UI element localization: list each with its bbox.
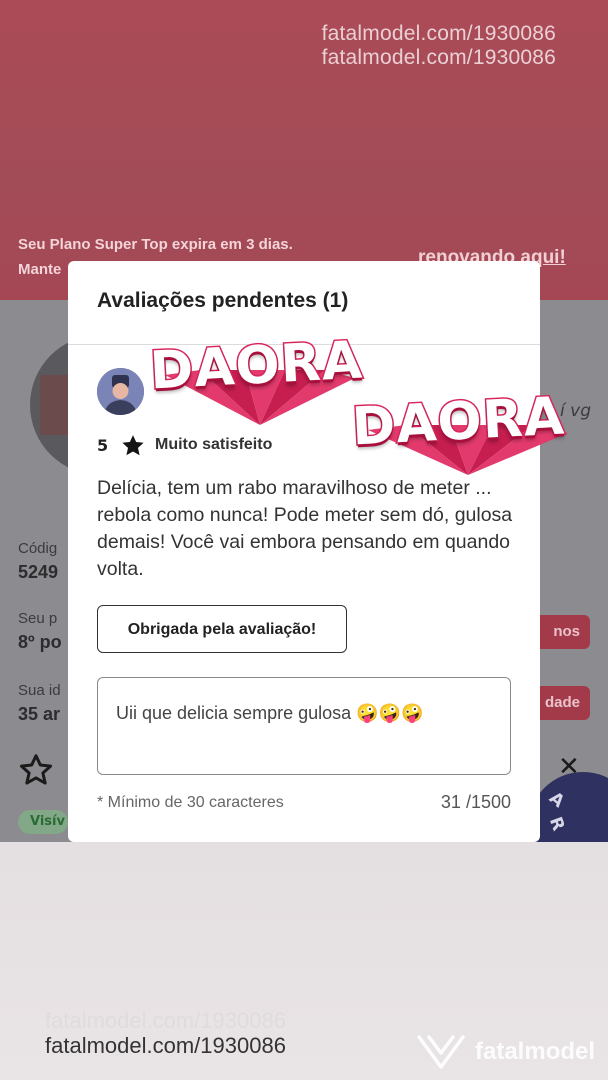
reviewer-avatar <box>97 368 144 415</box>
fatalmodel-logo-icon <box>415 1033 467 1075</box>
rating-value: 5 <box>97 436 109 455</box>
daora-sticker-1: DAORA <box>147 329 366 403</box>
fatalmodel-wordmark: fatalmodel <box>475 1038 596 1065</box>
position-label: Seu p <box>18 610 58 627</box>
watermark-bottom-2: fatalmodel.com/1930086 <box>45 1033 286 1058</box>
thanks-for-review-button[interactable]: Obrigada pela avaliação! <box>97 605 347 653</box>
user-icon <box>97 368 144 415</box>
watermark-bottom-1: fatalmodel.com/1930086 <box>45 1008 286 1033</box>
min-characters-hint: * Mínimo de 30 caracteres <box>97 794 284 811</box>
reply-textarea[interactable]: Uii que delicia sempre gulosa 🤪🤪🤪 <box>97 677 511 775</box>
position-value: 8º po <box>18 632 62 652</box>
favorite-star-icon[interactable] <box>18 752 54 792</box>
daora-sticker-2: DAORA <box>349 385 568 459</box>
code-label: Códig <box>18 540 58 557</box>
watermark-top-1: fatalmodel.com/1930086 <box>321 22 556 45</box>
modal-title: Avaliações pendentes (1) <box>97 289 349 312</box>
plan-expiry-text: Seu Plano Super Top expira em 3 dias. <box>18 236 293 253</box>
age-label: Sua id <box>18 682 61 699</box>
watermark-top-2: fatalmodel.com/1930086 <box>321 46 556 69</box>
character-counter: 31 /1500 <box>440 792 511 812</box>
review-text: Delícia, tem um rabo maravilhoso de mete… <box>97 477 513 580</box>
badge-letter-r: R <box>544 814 569 834</box>
visible-status-badge: Visív <box>18 810 68 834</box>
star-icon <box>120 433 146 463</box>
badge-letter-a: A <box>545 788 569 812</box>
code-value: 5249 <box>18 562 59 582</box>
age-value: 35 ar <box>18 704 61 724</box>
rating-label: Muito satisfeito <box>155 436 273 453</box>
plan-expiry-text-2: Mante <box>18 261 62 278</box>
